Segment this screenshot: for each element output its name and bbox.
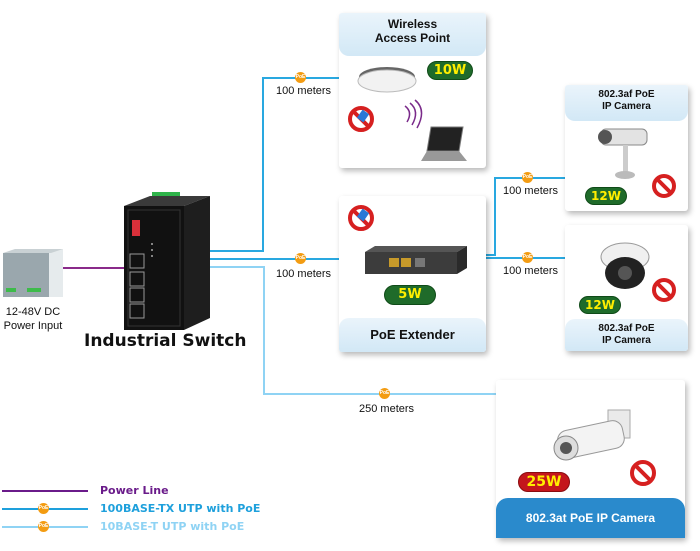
cam2-title-line1: 802.3af PoE xyxy=(598,323,655,334)
power-supply xyxy=(2,247,64,304)
ip-camera-3-card[interactable]: 25W 802.3at PoE IP Camera xyxy=(496,380,685,538)
legend-10base-t: 10BASE-T UTP with PoE xyxy=(100,520,245,533)
poe-extender-card[interactable]: 5W PoE Extender xyxy=(339,196,486,352)
wap-title-line2: Access Point xyxy=(374,30,451,45)
cam2-power-badge: 12W xyxy=(579,296,621,314)
power-input-label: 12-48V DC Power Input xyxy=(0,306,66,334)
power-supply-icon xyxy=(3,249,63,297)
ip-camera-1-card[interactable]: 802.3af PoE IP Camera 12W xyxy=(565,85,688,211)
power-input-text: Power Input xyxy=(3,319,63,332)
poe-marker-cam1: PoE xyxy=(522,172,533,183)
wap-title: Wireless Access Point xyxy=(339,13,486,56)
no-power-cable-icon xyxy=(348,106,374,132)
cam2-title: 802.3af PoE IP Camera xyxy=(565,319,688,351)
access-point-icon xyxy=(357,67,417,93)
legend-power-line: Power Line xyxy=(100,484,169,497)
distance-to-cam3: 250 meters xyxy=(359,403,415,415)
no-power-cable-icon xyxy=(348,205,374,231)
bullet-camera-icon xyxy=(598,128,648,179)
cam2-title-line2: IP Camera xyxy=(602,334,651,346)
poe-marker-cam2: PoE xyxy=(522,252,533,263)
wap-card[interactable]: Wireless Access Point 10W xyxy=(339,13,486,168)
poe-marker-extender: PoE xyxy=(295,253,306,264)
no-power-cable-icon xyxy=(652,278,676,302)
distance-to-extender: 100 meters xyxy=(276,268,332,280)
cam1-title-line2: IP Camera xyxy=(602,100,651,112)
cam1-title-line1: 802.3af PoE xyxy=(598,89,655,100)
industrial-switch-icon xyxy=(124,192,210,330)
poe-marker-cam3: PoE xyxy=(379,388,390,399)
legend-100base-tx: 100BASE-TX UTP with PoE xyxy=(100,502,261,515)
power-input-voltage: 12-48V DC xyxy=(5,306,61,318)
legend-poe-marker-tx: PoE xyxy=(38,503,49,514)
poe-marker-wap: PoE xyxy=(295,72,306,83)
cam1-power-badge: 12W xyxy=(585,187,627,205)
distance-ext-to-cam1: 100 meters xyxy=(503,185,559,197)
extender-power-badge: 5W xyxy=(384,285,436,305)
industrial-switch-label: Industrial Switch xyxy=(84,331,247,351)
poe-extender-icon xyxy=(365,246,467,274)
cam3-power-badge: 25W xyxy=(518,472,570,492)
wap-title-line1: Wireless xyxy=(387,17,438,31)
wap-power-badge: 10W xyxy=(427,61,473,80)
no-power-cable-icon xyxy=(652,174,676,198)
no-power-cable-icon xyxy=(630,460,656,486)
distance-ext-to-cam2: 100 meters xyxy=(503,265,559,277)
industrial-switch[interactable] xyxy=(122,192,214,335)
bullet-camera-icon xyxy=(553,409,631,461)
ip-camera-2-card[interactable]: 12W 802.3af PoE IP Camera xyxy=(565,225,688,351)
cam3-title: 802.3at PoE IP Camera xyxy=(496,498,685,538)
laptop-icon xyxy=(421,126,467,161)
legend-poe-marker-t: PoE xyxy=(38,521,49,532)
distance-to-wap: 100 meters xyxy=(276,85,332,97)
cam1-title: 802.3af PoE IP Camera xyxy=(565,85,688,121)
dome-camera-icon xyxy=(600,242,650,289)
extender-title: PoE Extender xyxy=(339,318,486,352)
